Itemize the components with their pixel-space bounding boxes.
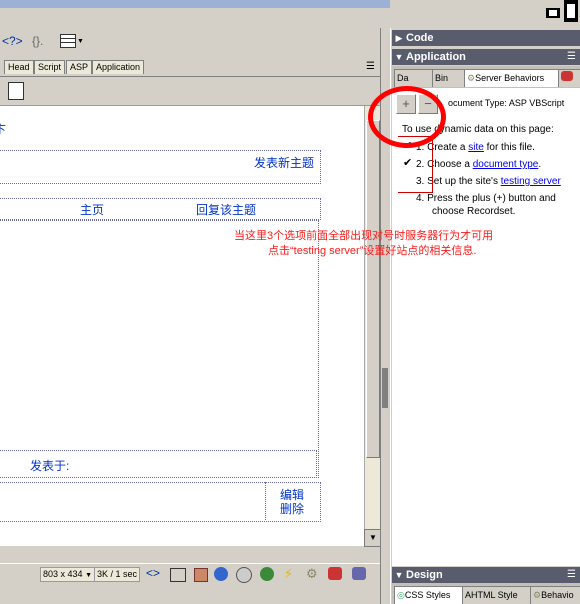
gears-icon: ⚙ <box>533 590 542 600</box>
tab-css-styles[interactable]: ◎CSS Styles <box>394 586 464 604</box>
tab-server-behaviors[interactable]: ⚙Server Behaviors <box>464 69 562 87</box>
brace-icon[interactable]: {}. <box>32 34 43 48</box>
reply-topic-link[interactable]: 回复该主题 <box>196 201 256 218</box>
collapse-arrow-icon: ▼ <box>394 52 404 62</box>
table-icon[interactable] <box>60 34 76 48</box>
code-panel-header[interactable]: ▶ Code <box>392 30 580 46</box>
testing-server-link[interactable]: testing server <box>501 176 561 187</box>
post-body-table <box>0 220 319 478</box>
annotation-text-line2: 点击“testing server”设置好站点的相关信息. <box>268 245 477 257</box>
step-3: 3. Set up the site's testing server <box>416 176 561 187</box>
tab-components[interactable] <box>558 69 580 87</box>
step-4-line2: choose Recordset. <box>432 206 516 217</box>
tab-behaviors[interactable]: ⚙Behavio <box>530 586 580 604</box>
step-1: 1. Create a site for this file. <box>416 142 535 153</box>
gears-icon: ⚙ <box>467 73 476 83</box>
box-icon[interactable] <box>194 568 208 582</box>
document-type-link[interactable]: document type <box>473 159 539 170</box>
window-size-value: 803 x 434 <box>43 569 83 579</box>
step-2-text-pre: Choose a <box>427 159 473 170</box>
step-2-text-post: . <box>538 159 542 170</box>
tab-server-behaviors-label: Server Behaviors <box>475 73 545 83</box>
code-view-icon[interactable]: <> <box>146 566 160 580</box>
globe-icon[interactable] <box>260 567 274 581</box>
application-panel-title: Application <box>406 51 466 63</box>
posted-on-label: 发表于: <box>30 459 70 473</box>
tab-html-styles[interactable]: AHTML Style <box>462 586 532 604</box>
window-title-strip <box>0 0 390 8</box>
code-panel-title: Code <box>406 32 434 44</box>
step-2: 2. Choose a document type. <box>416 159 541 170</box>
design-canvas[interactable]: 卞 发表新主题 主页 回复该主题 发表于: 编辑 删除 <box>0 106 364 546</box>
tab-behaviors-label: Behavio <box>541 590 574 600</box>
create-site-link[interactable]: site <box>468 142 484 153</box>
home-link[interactable]: 主页 <box>80 201 104 218</box>
css-styles-icon: ◎ <box>397 590 405 600</box>
delete-link[interactable]: 删除 <box>280 500 304 517</box>
step-3-text-pre: Set up the site's <box>427 176 501 187</box>
insert-toolbar <box>0 77 388 106</box>
tab-css-styles-label: CSS Styles <box>404 590 451 600</box>
application-tabs: Da Bin ⚙Server Behaviors <box>392 66 580 88</box>
expand-arrow-icon: ▶ <box>395 33 403 43</box>
step-1-text-post: for this file. <box>483 142 535 153</box>
actions-divider <box>265 482 266 520</box>
design-panel-title: Design <box>406 569 443 581</box>
gears-icon[interactable]: ⚙ <box>306 566 318 582</box>
annotation-text-line1: 当这里3个选项前面全部出现对号时服务器行为才可用 <box>234 230 494 242</box>
annotation-circle <box>368 86 446 148</box>
components-icon <box>561 71 573 81</box>
dropdown-arrow-icon[interactable]: ▼ <box>77 38 84 45</box>
options-menu-icon[interactable]: ☰ <box>366 61 375 72</box>
step-4-line1: Press the plus (+) button and <box>427 193 556 204</box>
step-4: 4. Press the plus (+) button and <box>416 193 556 204</box>
tag-chooser-icon[interactable]: <?> <box>2 34 23 48</box>
insert-script-icon[interactable] <box>8 82 24 100</box>
components-icon[interactable] <box>328 567 342 580</box>
tab-html-styles-label: HTML Style <box>471 590 518 600</box>
design-tabs: ◎CSS Styles AHTML Style ⚙Behavio <box>392 583 580 604</box>
tab-head[interactable]: Head <box>4 60 34 74</box>
panel-dock-top <box>390 0 580 28</box>
sitemap-icon[interactable] <box>170 568 186 582</box>
lightning-icon[interactable]: ⚡ <box>284 566 293 582</box>
tab-databases[interactable]: Da <box>394 69 434 87</box>
truncated-heading: 卞 <box>0 122 7 136</box>
tab-bindings[interactable]: Bin <box>432 69 468 87</box>
minimize-button[interactable] <box>546 8 560 18</box>
document-type-label: ocument Type: ASP VBScript <box>448 98 565 108</box>
options-menu-icon[interactable]: ☰ <box>567 49 576 65</box>
clock-icon[interactable] <box>236 567 252 583</box>
step-4-number: 4. <box>416 193 425 204</box>
info-icon[interactable] <box>214 567 228 581</box>
tab-script[interactable]: Script <box>34 60 66 74</box>
scrollbar-thumb[interactable] <box>366 120 380 458</box>
collapse-arrow-icon: ▼ <box>394 570 404 580</box>
dropdown-arrow-icon: ▼ <box>85 572 92 579</box>
tab-asp[interactable]: ASP <box>66 60 93 74</box>
restore-button[interactable] <box>564 0 578 22</box>
splitter-collapse-handle[interactable] <box>382 368 388 408</box>
post-new-topic-link[interactable]: 发表新主题 <box>254 154 314 171</box>
step-1-text-pre: Create a <box>427 142 469 153</box>
window-size-dropdown[interactable]: 803 x 434 ▼ <box>40 567 95 582</box>
design-panel-header[interactable]: ▼ Design ☰ <box>392 567 580 583</box>
tab-application[interactable]: Application <box>92 60 145 74</box>
application-panel-header[interactable]: ▼ Application ☰ <box>392 49 580 65</box>
document-toolbar: <?> {}. ▼ <box>0 28 388 56</box>
insert-tabs: Head Script ASP Application ☰ <box>0 58 388 77</box>
actions-row <box>0 482 321 522</box>
status-bar: 803 x 434 ▼ 3K / 1 sec <> ⚡ ⚙ <box>0 563 388 584</box>
options-menu-icon[interactable]: ☰ <box>567 567 576 583</box>
assets-icon[interactable] <box>352 567 366 580</box>
nav-row <box>0 198 321 220</box>
download-speed: 3K / 1 sec <box>94 567 141 582</box>
